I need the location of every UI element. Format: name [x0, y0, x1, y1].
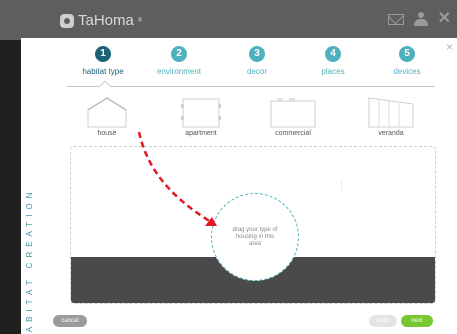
mail-icon[interactable] — [387, 13, 404, 25]
back-button[interactable]: back — [369, 315, 397, 327]
app-header: TaHoma ® ✕ — [0, 0, 457, 40]
user-icon[interactable] — [413, 12, 428, 26]
next-button[interactable]: next — [401, 315, 433, 327]
tahoma-logo: TaHoma ® — [60, 12, 142, 29]
wizard-side-title: HABITAT CREATION — [25, 187, 34, 334]
logo-icon — [60, 13, 74, 28]
cancel-button[interactable]: cancel — [53, 315, 87, 327]
drag-hint-arrow — [137, 131, 217, 226]
trademark: ® — [137, 17, 143, 24]
habitat-wizard-modal: × 1 habitat type 2 environment 3 decor 4… — [21, 38, 457, 334]
close-app-icon[interactable]: ✕ — [438, 11, 451, 27]
app-name: TaHoma — [78, 12, 134, 29]
